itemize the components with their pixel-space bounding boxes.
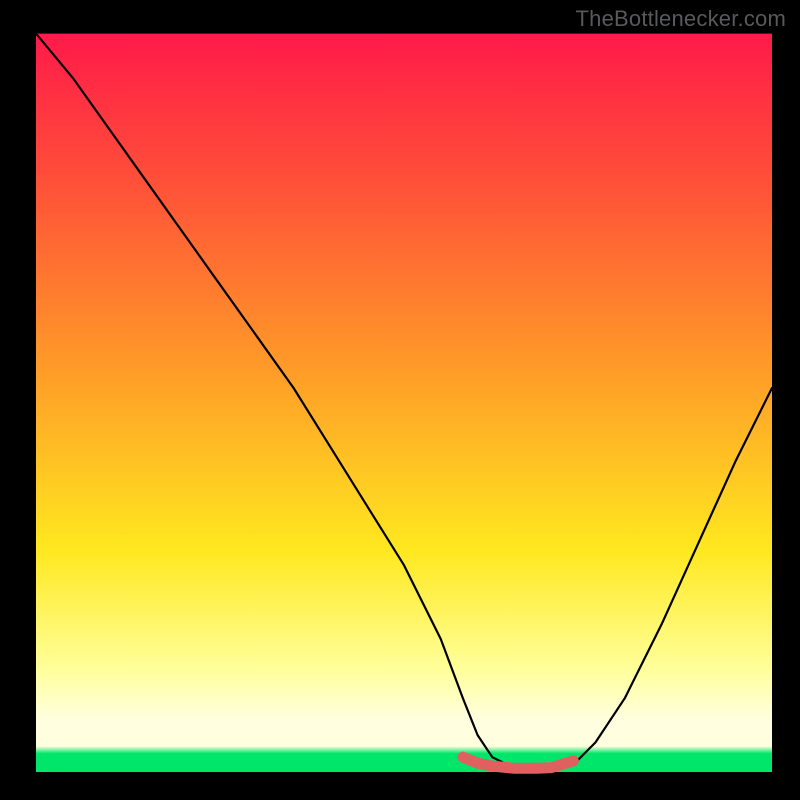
plot-background xyxy=(36,34,772,772)
watermark-text: TheBottlenecker.com xyxy=(576,6,786,32)
bottleneck-chart xyxy=(0,0,800,800)
chart-frame: TheBottlenecker.com xyxy=(0,0,800,800)
